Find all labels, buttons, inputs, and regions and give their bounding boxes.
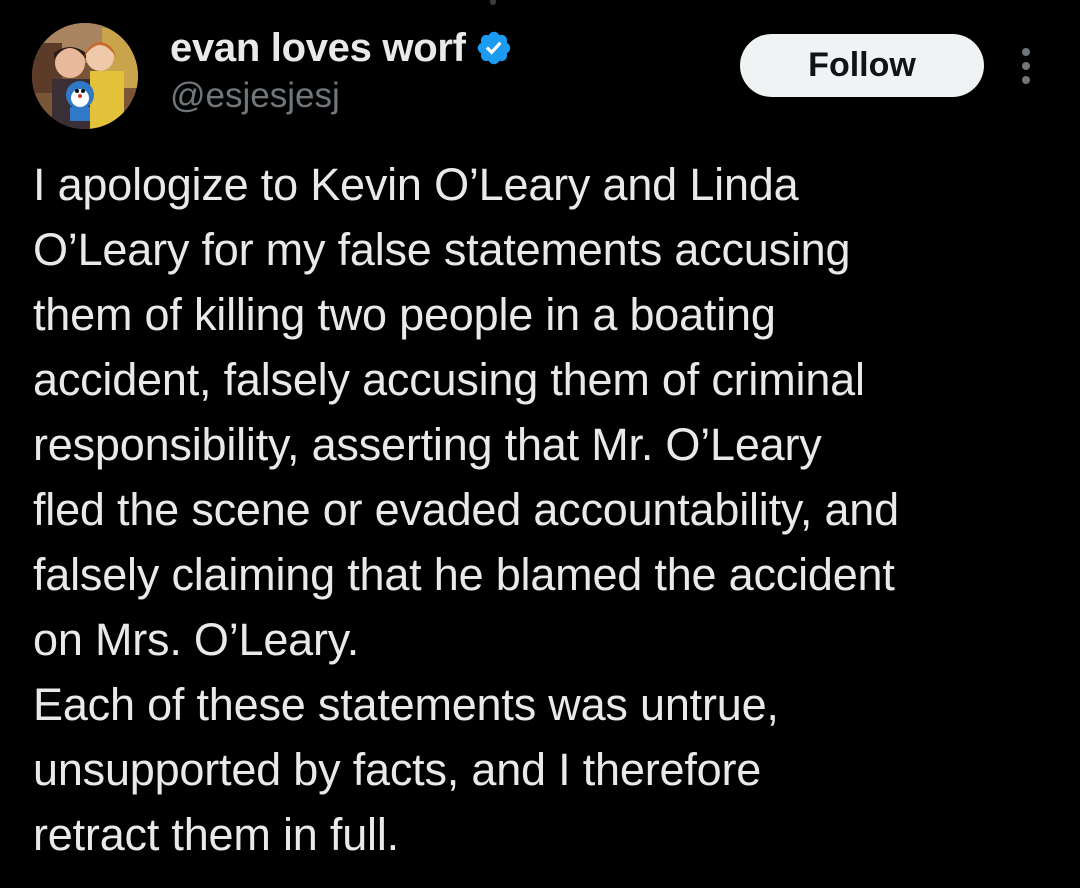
verified-badge-icon (477, 31, 510, 65)
avatar-photo-icon (32, 23, 138, 129)
tweet-text-line: I apologize to Kevin O’Leary and Linda (33, 159, 799, 210)
author-handle[interactable]: @esjesjesj (170, 76, 340, 116)
tweet-text-line: accident, falsely accusing them of crimi… (33, 354, 865, 405)
tweet-text-line: responsibility, asserting that Mr. O’Lea… (33, 419, 822, 470)
author-name-row[interactable]: evan loves worf (170, 24, 513, 72)
tweet-text-line: them of killing two people in a boating (33, 289, 776, 340)
tweet-text-line: unsupported by facts, and I therefore (33, 744, 762, 795)
author-display-name[interactable]: evan loves worf (170, 26, 466, 71)
tweet-text-line: O’Leary for my false statements accusing (33, 224, 851, 275)
tweet-text-line: falsely claiming that he blamed the acci… (33, 549, 895, 600)
avatar[interactable] (32, 23, 138, 129)
tweet-text: I apologize to Kevin O’Leary and Linda O… (33, 152, 1063, 867)
tweet-text-line: fled the scene or evaded accountability,… (33, 484, 899, 535)
tweet-text-line: retract them in full. (33, 809, 399, 860)
more-vertical-icon (1022, 48, 1030, 84)
top-divider-stub (490, 0, 496, 5)
tweet-text-line: on Mrs. O’Leary. (33, 614, 360, 665)
more-options-button[interactable] (1008, 40, 1044, 92)
follow-button[interactable]: Follow (740, 34, 984, 97)
tweet-text-line: Each of these statements was untrue, (33, 679, 779, 730)
